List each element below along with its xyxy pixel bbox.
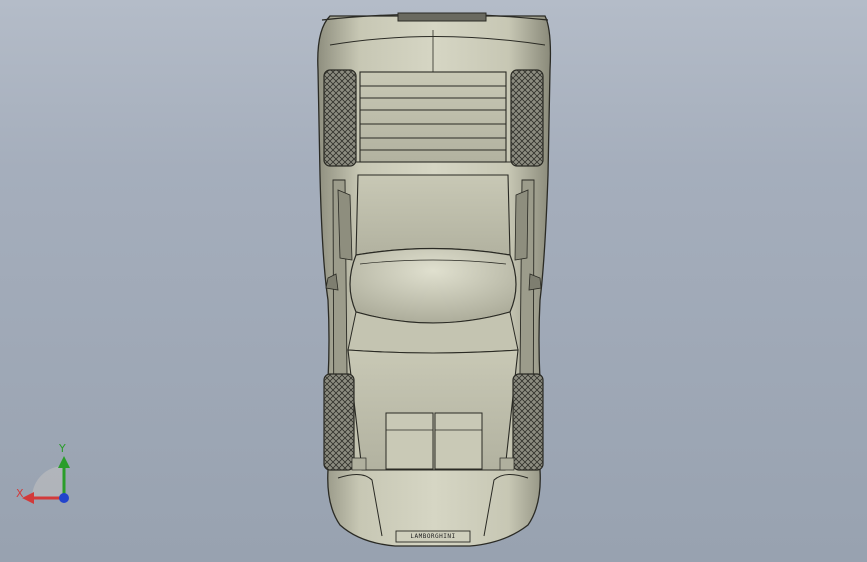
front-panel-right (434, 412, 483, 470)
front-grille (397, 12, 487, 22)
y-axis-label: Y (59, 442, 66, 455)
wheel-rear-right (510, 69, 544, 167)
z-axis-icon (59, 493, 69, 503)
wheel-front-right (512, 373, 544, 471)
wheel-rear-left (323, 69, 357, 167)
front-panel-left (385, 412, 434, 470)
rear-badge-text: LAMBORGHINI (410, 533, 456, 540)
y-arrow-icon (58, 456, 70, 468)
wheel-front-left (323, 373, 355, 471)
orientation-triad: X Y (10, 440, 80, 510)
rear-window (355, 174, 511, 256)
graphics-viewport[interactable]: LAMBORGHINI X Y (0, 0, 867, 562)
x-axis-label: X (16, 487, 24, 500)
car-model[interactable] (0, 0, 867, 562)
triad-base-shadow (32, 466, 64, 498)
engine-lid (359, 71, 507, 163)
